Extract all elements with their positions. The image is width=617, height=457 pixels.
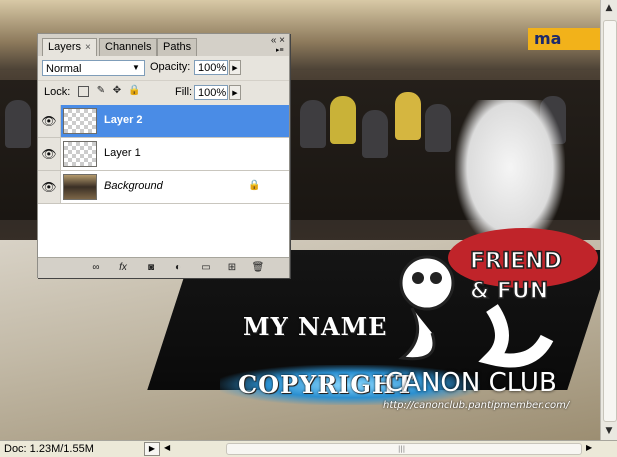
fx-icon[interactable]: fx [115, 261, 131, 275]
blend-mode-value: Normal [46, 63, 82, 75]
lock-all-icon[interactable]: 🔒 [128, 85, 140, 97]
fill-slider-arrow-icon[interactable]: ▶ [229, 85, 241, 100]
tab-channels[interactable]: Channels [99, 38, 158, 56]
canon-club-logo: CANON CLUB [385, 368, 557, 398]
audience-person [330, 96, 356, 144]
blend-opacity-row: Normal ▼ Opacity: 100% ▶ [38, 56, 289, 80]
audience-person [5, 100, 31, 148]
mascot-eye [430, 272, 442, 284]
panel-menu-icon[interactable]: ▸≡ [276, 46, 285, 54]
opacity-slider-arrow-icon[interactable]: ▶ [229, 60, 241, 75]
scroll-left-arrow-icon[interactable]: ◀ [164, 443, 170, 452]
status-bar: Doc: 1.23M/1.55M ▶ ◀ ||| ▶ [0, 440, 617, 457]
layer-name: Layer 1 [104, 147, 141, 159]
vertical-scrollbar[interactable]: ▲ ▼ [600, 0, 617, 440]
layer-row-layer-1[interactable]: 👁 Layer 1 [38, 138, 289, 171]
layer-list: 👁 Layer 2 👁 Layer 1 👁 Background 🔒 [38, 105, 289, 257]
lock-transparency-icon[interactable] [78, 86, 89, 97]
tab-layers-label: Layers [48, 41, 82, 53]
blend-mode-select[interactable]: Normal ▼ [42, 60, 145, 76]
fill-label: Fill: [175, 86, 193, 98]
new-layer-icon[interactable]: ⊞ [224, 261, 240, 275]
fill-field[interactable]: 100% [194, 85, 228, 100]
audience-person [300, 100, 326, 148]
vertical-scroll-thumb[interactable] [603, 20, 617, 422]
scroll-down-arrow-icon[interactable]: ▼ [601, 423, 617, 439]
visibility-eye-icon[interactable]: 👁 [38, 138, 61, 170]
layer-lock-icon: 🔒 [248, 180, 261, 191]
mascot-eye [412, 272, 424, 284]
mask-icon[interactable]: ◙ [143, 261, 159, 275]
layers-panel[interactable]: Layers × Channels Paths « × ▸≡ Normal ▼ O… [37, 33, 290, 278]
scroll-up-arrow-icon[interactable]: ▲ [601, 0, 617, 16]
folder-icon[interactable]: ▭ [198, 261, 214, 275]
scroll-right-arrow-icon[interactable]: ▶ [586, 443, 592, 452]
mascot-head [399, 255, 455, 311]
watermark-name: MY NAME [243, 312, 388, 341]
store-sign: ma [528, 28, 600, 50]
layer-thumbnail [63, 141, 97, 167]
audience-person [395, 92, 421, 140]
tab-channels-label: Channels [105, 41, 152, 53]
tab-paths[interactable]: Paths [157, 38, 198, 56]
tab-layers[interactable]: Layers × [42, 38, 97, 57]
lock-label: Lock: [44, 86, 71, 98]
friend-and-fun-mascot: FRIEND & FUN [398, 248, 563, 368]
scroll-grip-icon: ||| [398, 445, 406, 453]
logo-fun-text: & FUN [470, 279, 548, 304]
adjustment-icon[interactable]: ◐ [170, 261, 186, 275]
horizontal-scroll-thumb[interactable]: ||| [226, 443, 582, 455]
logo-friend-text: FRIEND [470, 249, 562, 274]
layer-thumbnail [63, 108, 97, 134]
visibility-eye-icon[interactable]: 👁 [38, 171, 61, 203]
chevron-down-icon: ▼ [132, 63, 140, 72]
layers-footer-toolbar: ∞ fx ◙ ◐ ▭ ⊞ 🗑 [38, 257, 289, 278]
doc-size-info: Doc: 1.23M/1.55M [4, 443, 94, 455]
lock-position-icon[interactable]: ✥ [111, 85, 123, 97]
canon-club-url: http://canonclub.pantipmember.com/ [383, 400, 570, 411]
trash-icon[interactable]: 🗑 [250, 261, 266, 275]
tab-paths-label: Paths [163, 41, 192, 53]
panel-window-buttons[interactable]: « × [271, 35, 285, 46]
audience-person [362, 110, 388, 158]
opacity-field[interactable]: 100% [194, 60, 228, 75]
layer-name: Layer 2 [104, 114, 143, 126]
mascot-body [398, 307, 436, 361]
lock-pixels-icon[interactable]: ✎ [95, 85, 107, 97]
tab-close-icon[interactable]: × [85, 42, 91, 53]
layer-row-layer-2[interactable]: 👁 Layer 2 [38, 105, 289, 138]
layer-row-background[interactable]: 👁 Background 🔒 [38, 171, 289, 204]
visibility-eye-icon[interactable]: 👁 [38, 105, 61, 137]
opacity-label: Opacity: [150, 61, 191, 73]
layer-name: Background [104, 180, 163, 192]
audience-person [425, 104, 451, 152]
mascot-tail [478, 304, 554, 368]
lock-fill-row: Lock: ✎ ✥ 🔒 Fill: 100% ▶ [38, 81, 289, 105]
layer-thumbnail [63, 174, 97, 200]
link-icon[interactable]: ∞ [88, 261, 104, 275]
status-menu-arrow-icon[interactable]: ▶ [144, 442, 160, 456]
panel-tab-bar: Layers × Channels Paths « × ▸≡ [38, 34, 289, 57]
